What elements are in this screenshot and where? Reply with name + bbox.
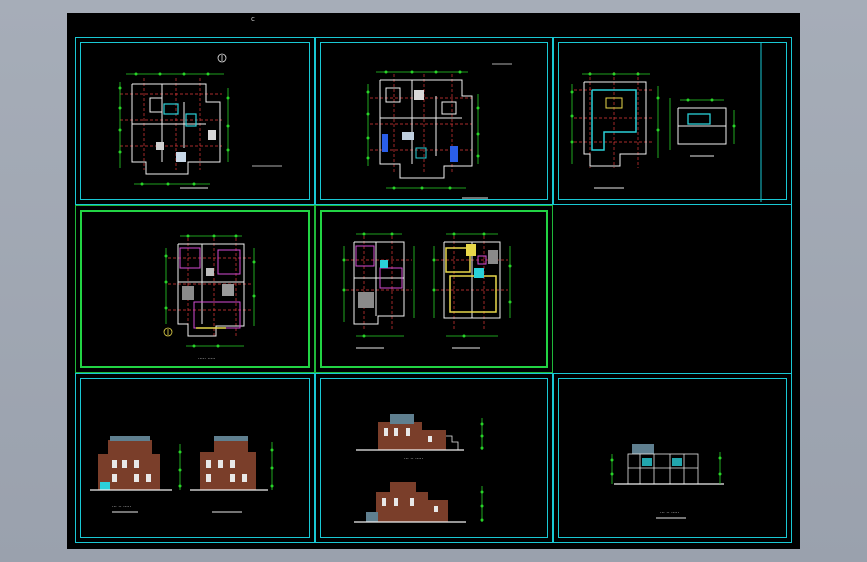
sheet-8-title: ··· ·· ·····: [404, 456, 424, 462]
drawing-marker-text: c: [251, 15, 255, 23]
sheet-7-elevations[interactable]: ··· ·· ·····: [75, 373, 315, 543]
sheet-9-drawing: [610, 444, 724, 519]
sheet-9-elevation[interactable]: ··· ·· ·····: [553, 373, 792, 543]
sheet-7-drawing: [90, 436, 274, 513]
sheet-6-empty: [553, 205, 792, 373]
sheet-1-drawing: [118, 53, 282, 189]
sheet-3-roof-plan[interactable]: [553, 37, 792, 205]
sheet-3-drawing: [570, 42, 762, 202]
sheet-4-title: ····· ·····: [198, 356, 216, 362]
sheet-5-floor-plans[interactable]: [315, 205, 553, 373]
sheet-1-floor-plan[interactable]: [75, 37, 315, 205]
sheet-2-drawing: [366, 63, 512, 199]
cad-drawing-viewport[interactable]: c ····· ····· ··· ·· ····· ··· ·· ····· …: [67, 13, 800, 549]
sheet-4-drawing: [163, 234, 256, 348]
sheet-8-elevations[interactable]: ··· ·· ·····: [315, 373, 553, 543]
sheet-5-drawing: [342, 232, 512, 349]
sheet-7-title: ··· ·· ·····: [112, 504, 132, 510]
sheet-8-drawing: [354, 414, 484, 523]
sheet-4-floor-plan[interactable]: ····· ·····: [75, 205, 315, 373]
sheet-9-title: ··· ·· ·····: [660, 510, 680, 516]
sheet-2-floor-plan[interactable]: [315, 37, 553, 205]
